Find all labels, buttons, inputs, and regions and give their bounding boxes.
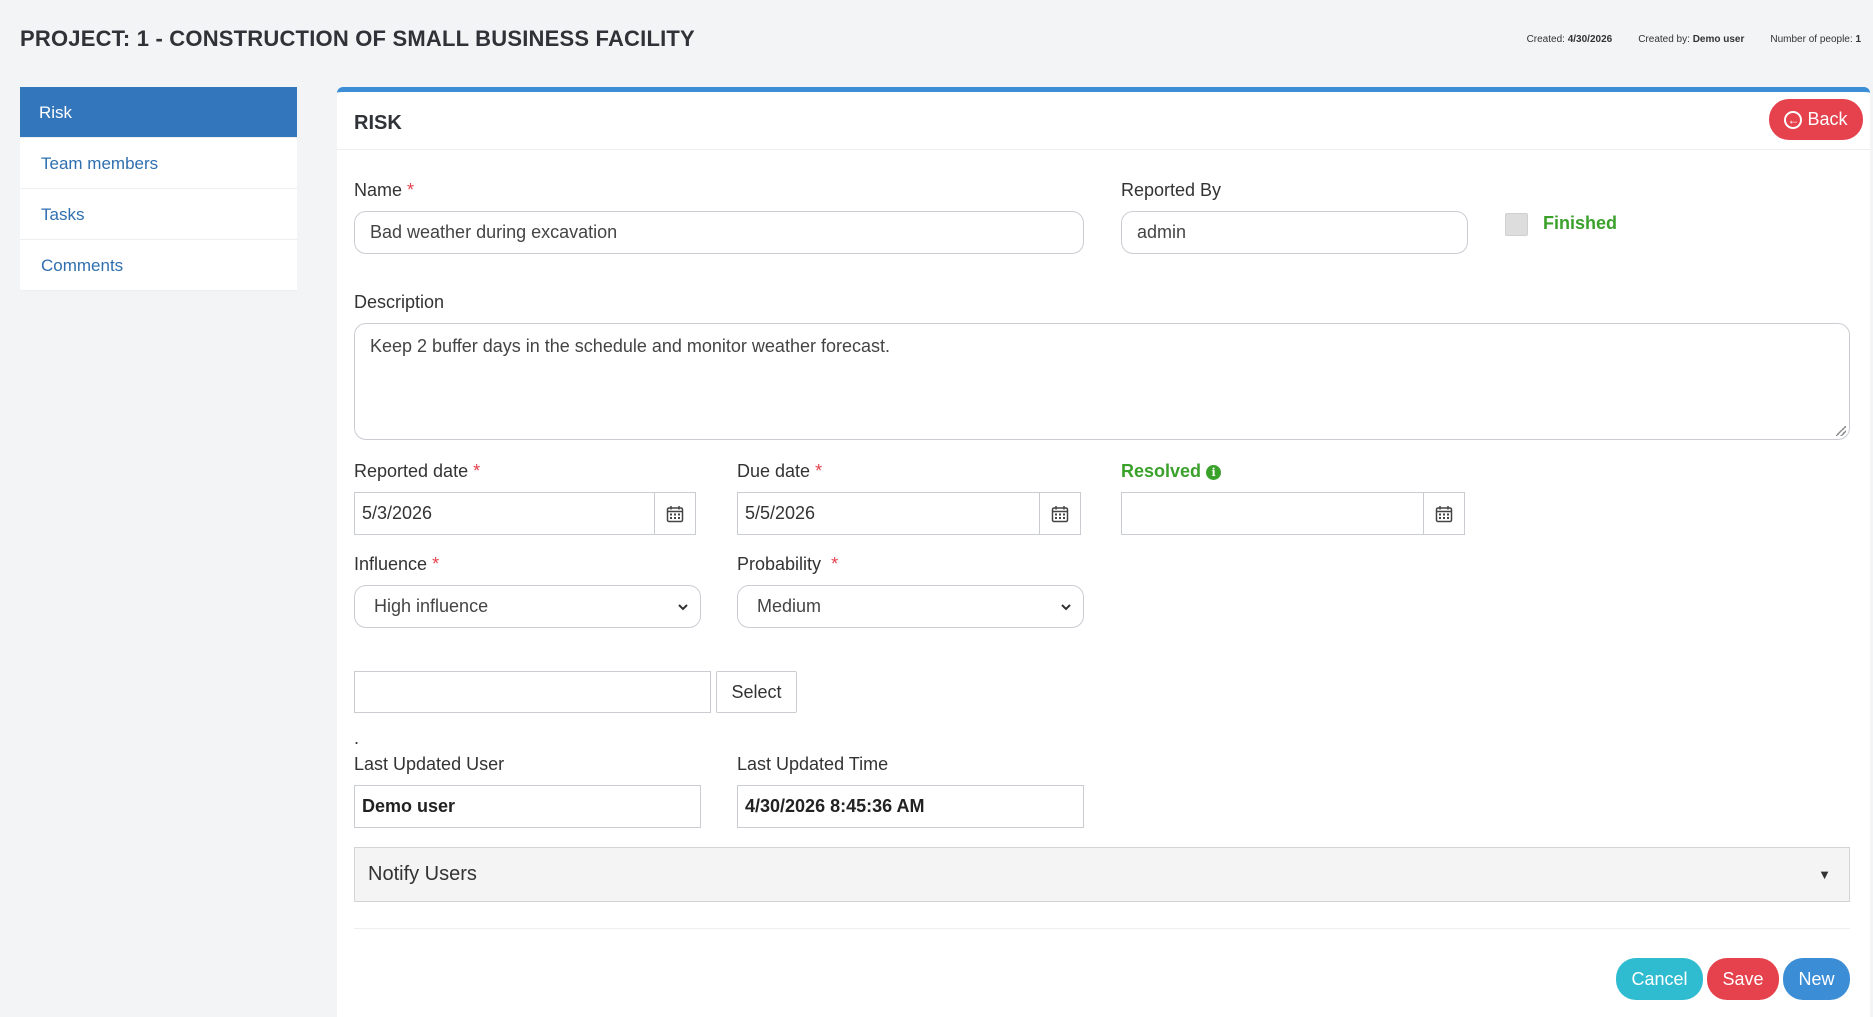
sidebar-item-comments[interactable]: Comments	[20, 240, 297, 291]
card-title: RISK	[354, 112, 402, 134]
sidebar-nav: Risk Team members Tasks Comments	[20, 87, 297, 291]
influence-selected-value: High influence	[374, 596, 489, 616]
arrow-left-circle-icon: ←	[1784, 110, 1803, 129]
reported-by-label: Reported By	[1121, 180, 1222, 200]
last-updated-user-field: Demo user	[354, 785, 701, 828]
resolved-date-input[interactable]	[1121, 492, 1423, 535]
name-label: Name *	[354, 180, 415, 200]
chevron-down-icon	[1061, 604, 1071, 611]
people-meta: Number of people: 1	[1770, 34, 1861, 45]
probability-select[interactable]: Medium	[737, 585, 1084, 628]
due-date-input[interactable]: 5/5/2026	[737, 492, 1039, 535]
back-button-label: Back	[1807, 109, 1848, 129]
caret-down-icon: ▼	[1818, 867, 1831, 882]
resolved-date-group	[1121, 492, 1465, 535]
reported-date-input[interactable]: 5/3/2026	[354, 492, 654, 535]
probability-selected-value: Medium	[757, 596, 822, 616]
influence-select[interactable]: High influence	[354, 585, 701, 628]
last-updated-time-field: 4/30/2026 8:45:36 AM	[737, 785, 1084, 828]
created-meta: Created: 4/30/2026	[1526, 34, 1613, 45]
card-header: RISK ← Back	[337, 92, 1870, 150]
lookup-input[interactable]	[354, 671, 711, 713]
page-title: PROJECT: 1 - CONSTRUCTION OF SMALL BUSIN…	[20, 26, 695, 51]
due-date-group: 5/5/2026	[737, 492, 1081, 535]
due-date-label: Due date *	[737, 461, 823, 481]
save-button[interactable]: Save	[1707, 958, 1779, 1000]
risk-card: RISK ← Back Name * Bad weather during ex…	[337, 87, 1870, 1017]
cancel-button[interactable]: Cancel	[1616, 958, 1703, 1000]
reported-date-label: Reported date *	[354, 461, 481, 481]
sidebar-item-risk[interactable]: Risk	[20, 87, 297, 138]
sidebar-item-team-members[interactable]: Team members	[20, 138, 297, 189]
finished-checkbox[interactable]	[1505, 213, 1528, 236]
name-input[interactable]: Bad weather during excavation	[354, 211, 1084, 254]
back-button[interactable]: ← Back	[1769, 99, 1863, 140]
chevron-down-icon	[678, 604, 688, 611]
project-meta: Created: 4/30/2026 Created by: Demo user…	[1527, 34, 1861, 45]
notify-users-label: Notify Users	[368, 863, 477, 885]
probability-label: Probability *	[737, 554, 839, 574]
due-date-calendar-button[interactable]	[1039, 492, 1081, 535]
created-by-meta: Created by: Demo user	[1638, 34, 1745, 45]
resolved-label: Resolved i	[1121, 461, 1222, 482]
sidebar-item-tasks[interactable]: Tasks	[20, 189, 297, 240]
last-updated-user-label: Last Updated User	[354, 754, 505, 774]
select-button[interactable]: Select	[716, 671, 797, 713]
description-label: Description	[354, 292, 445, 312]
reported-date-group: 5/3/2026	[354, 492, 696, 535]
description-textarea[interactable]: Keep 2 buffer days in the schedule and m…	[354, 323, 1850, 440]
calendar-icon	[1051, 505, 1069, 522]
last-updated-time-label: Last Updated Time	[737, 754, 889, 774]
reported-date-calendar-button[interactable]	[654, 492, 696, 535]
calendar-icon	[666, 505, 684, 522]
calendar-icon	[1435, 505, 1453, 522]
finished-label: Finished	[1543, 213, 1618, 233]
notify-users-panel[interactable]: Notify Users ▼	[354, 847, 1850, 902]
resolved-calendar-button[interactable]	[1423, 492, 1465, 535]
info-icon[interactable]: i	[1206, 465, 1222, 480]
reported-by-input[interactable]: admin	[1121, 211, 1468, 254]
influence-label: Influence *	[354, 554, 440, 574]
resize-grip-icon[interactable]	[1836, 426, 1846, 436]
description-text: Keep 2 buffer days in the schedule and m…	[370, 336, 890, 356]
dot-text: .	[354, 728, 360, 748]
divider	[354, 928, 1850, 929]
new-button[interactable]: New	[1783, 958, 1850, 1000]
